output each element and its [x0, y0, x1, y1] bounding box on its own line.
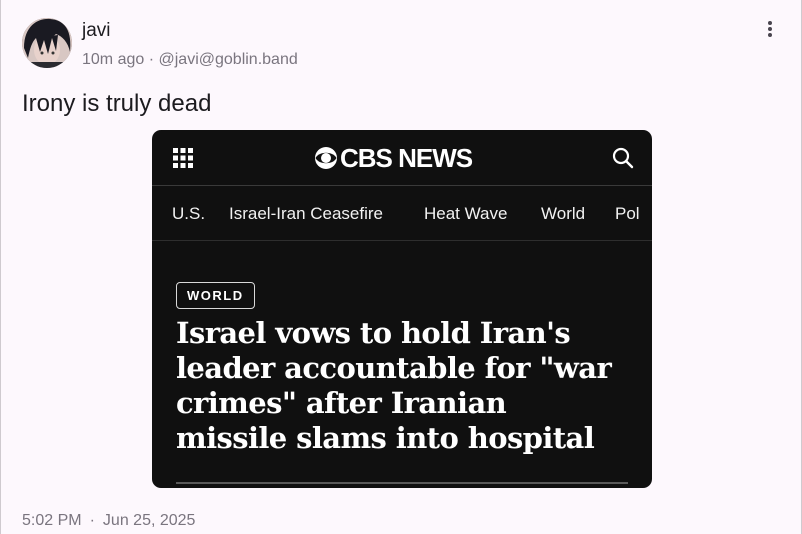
meta-separator: ·: [148, 51, 159, 68]
article-headline[interactable]: Israel vows to hold Iran's leader accoun…: [176, 316, 616, 456]
nav-item-us[interactable]: U.S.: [172, 204, 205, 224]
author-name[interactable]: javi: [82, 20, 111, 42]
section-tag[interactable]: WORLD: [176, 282, 255, 309]
more-options-button[interactable]: [757, 16, 783, 42]
cbs-nav-bar: U.S. Israel-Iran Ceasefire Heat Wave Wor…: [152, 187, 652, 241]
post-date: Jun 25, 2025: [102, 512, 196, 529]
cbs-news-logo[interactable]: CBS NEWS: [314, 142, 473, 174]
post-text: Irony is truly dead: [22, 90, 212, 117]
more-vertical-icon: [768, 21, 772, 37]
nav-item-heat-wave[interactable]: Heat Wave: [424, 204, 507, 224]
embedded-screenshot[interactable]: CBS NEWS U.S. Israel-Iran Ceasefire Heat…: [152, 130, 652, 488]
cbs-header: CBS NEWS: [152, 130, 652, 186]
post-meta: 10m ago · @javi@goblin.band: [82, 51, 298, 69]
nav-item-politics[interactable]: Pol: [615, 204, 640, 224]
post-time: 5:02 PM: [22, 512, 82, 529]
post-card: javi 10m ago · @javi@goblin.band Irony i…: [0, 0, 802, 534]
divider: [176, 482, 628, 484]
post-timestamp[interactable]: 5:02 PM · Jun 25, 2025: [22, 512, 195, 530]
nav-item-world[interactable]: World: [541, 204, 585, 224]
time-ago[interactable]: 10m ago: [82, 51, 144, 68]
cbs-eye-icon: [315, 147, 337, 169]
grid-menu-icon[interactable]: [172, 147, 194, 169]
author-handle[interactable]: @javi@goblin.band: [159, 51, 298, 68]
nav-item-israel-iran-ceasefire[interactable]: Israel-Iran Ceasefire: [229, 204, 383, 224]
search-icon[interactable]: [612, 147, 634, 169]
timestamp-separator: ·: [89, 512, 95, 529]
brand-name: CBS NEWS: [340, 142, 473, 173]
avatar[interactable]: [22, 18, 72, 68]
